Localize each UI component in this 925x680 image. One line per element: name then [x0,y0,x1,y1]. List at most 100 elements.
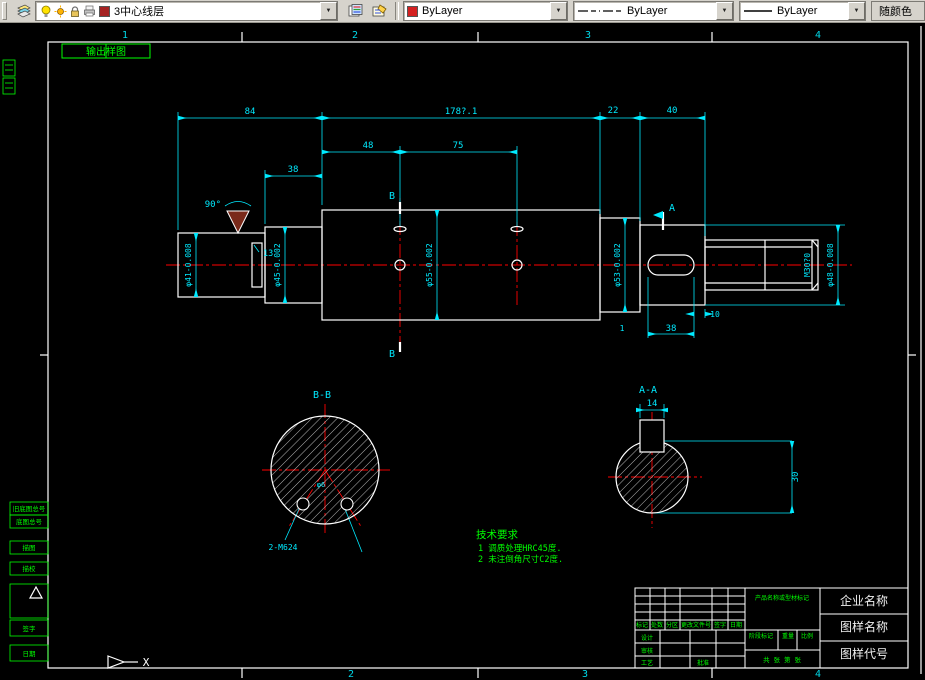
linetype-combo-value: ByLayer [627,5,668,17]
drawing-code: 图样代号 [840,646,888,661]
current-color-swatch [407,5,418,17]
key-profile [639,419,665,453]
dim-dia55: φ55-0.002 [425,243,434,287]
zone-number: 3 [582,669,588,680]
bulb-icon[interactable] [40,5,52,18]
section-letter-A: A [669,203,675,214]
dim-30: 30 [791,472,801,483]
plot-style-value: 随颜色 [879,6,912,18]
zone-number: 4 [815,669,821,680]
chevron-down-icon: ▼ [325,8,332,14]
linetype-combo[interactable]: ByLayer ▼ [573,1,734,21]
layer-color-swatch [99,5,110,17]
layer-combo[interactable]: 3中心线层 ▼ [35,1,338,21]
layer-manager-icon [348,4,362,17]
spec-label: 阶段标记 [749,632,773,640]
tech-line-1: 1 调质处理HRC45度. [478,543,561,554]
drawing-name: 图样名称 [840,619,888,634]
spec-label: 重量 [782,632,794,640]
linetype-combo-dropdown-button[interactable]: ▼ [716,2,733,20]
margin-label: 描图 [23,543,36,552]
spec-label: 比例 [801,632,813,640]
margin-label: 日期 [23,650,37,658]
layer-properties-button[interactable] [344,1,366,21]
drawing-canvas[interactable]: 1 2 3 4 2 3 4 输出样图 旧底图总号 底图总号 描图 描校 签字 日… [0,0,925,680]
zone-number: 2 [352,30,358,41]
tech-title: 技术要求 [476,528,518,541]
toolbar-separator [395,2,399,20]
sheet-info: 共 张 第 张 [763,655,801,664]
make-object-layer-current-button[interactable] [368,1,390,21]
rev-header: 签字 [714,621,726,629]
dim-40: 40 [667,106,678,116]
sign-label: 工艺 [641,659,653,667]
printer-icon[interactable] [83,5,96,17]
dim-38-keyway: 38 [666,324,677,334]
lineweight-combo[interactable]: ByLayer ▼ [739,1,866,21]
margin-label: 底图总号 [16,517,43,526]
dim-holes: 2-M624 [269,543,298,552]
object-properties-toolbar: 3中心线层 ▼ ByLayer ▼ ByLayer ▼ ByLayer ▼ 随颜… [0,0,925,23]
color-combo-dropdown-button[interactable]: ▼ [550,2,567,20]
dim-178: 178?.1 [445,107,478,117]
tech-line-2: 2 未注倒角尺寸C2度. [478,554,563,565]
plot-style-combo: 随颜色 [871,1,925,21]
zone-number: 2 [348,669,354,680]
dim-90deg: 90° [205,200,221,210]
color-combo-value: ByLayer [422,5,463,17]
chevron-down-icon: ▼ [555,8,562,14]
layers-button[interactable] [12,1,34,21]
sun-icon[interactable] [54,5,67,18]
model-space-background [0,22,925,680]
margin-label: 旧底图总号 [13,504,46,513]
lineweight-preview-icon [744,10,772,12]
toolbar-grip[interactable] [2,2,7,20]
zone-number: 3 [585,30,591,41]
lock-icon[interactable] [69,5,81,18]
lineweight-combo-dropdown-button[interactable]: ▼ [848,2,865,20]
dim-dia45: φ45-0.002 [273,243,282,287]
dim-22: 22 [608,106,619,116]
layers-icon [16,4,31,18]
dim-84: 84 [245,107,256,117]
margin-label: 描校 [23,564,37,573]
dim-dia48: φ48-0.008 [826,243,835,287]
rev-header: 标记 [636,621,648,629]
dim-14: 14 [647,399,658,409]
chevron-down-icon: ▼ [721,8,728,14]
dim-m30: M30?0 [803,253,812,277]
make-layer-current-icon [372,4,387,17]
layer-combo-value: 3中心线层 [114,6,165,18]
product-note: 产品名称或型材标记 [755,594,809,602]
chevron-down-icon: ▼ [853,8,860,14]
dim-13: 13 [263,249,273,259]
section-label-BB: B-B [313,390,331,401]
zone-number: 1 [122,30,128,41]
dim-dia41: φ41-0.008 [184,243,193,287]
section-label-AA: A-A [639,385,657,396]
sheet-tag-label: 输出样图 [86,45,126,58]
tapped-hole [340,497,354,511]
sign-label: 审核 [641,647,653,655]
company-name: 企业名称 [840,593,888,608]
rev-header: 处数 [651,621,663,629]
rev-header: 更改文件号 [681,621,711,629]
rev-header: 日期 [730,621,742,629]
color-combo[interactable]: ByLayer ▼ [403,1,568,21]
section-letter-B-bottom: B [389,349,395,360]
lineweight-combo-value: ByLayer [777,5,818,17]
layer-combo-dropdown-button[interactable]: ▼ [320,2,337,20]
dim-38: 38 [288,165,299,175]
dim-75: 75 [453,141,464,151]
ucs-x-label: X [143,656,150,669]
sign-label: 批准 [697,659,709,667]
dim-dia53: φ53-0.002 [613,243,622,287]
dim-48: 48 [363,141,374,151]
zone-number: 4 [815,30,821,41]
dim-10: 10 [710,310,720,319]
section-letter-B-top: B [389,191,395,202]
sign-label: 设计 [641,634,653,642]
margin-label: 签字 [23,624,37,633]
tapped-hole [296,497,310,511]
rev-header: 分区 [666,621,678,629]
